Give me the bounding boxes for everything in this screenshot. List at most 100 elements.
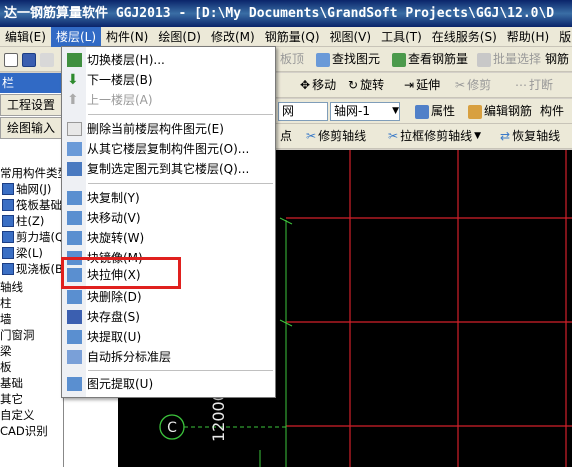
menu-item-delete-floor-elements[interactable]: 删除当前楼层构件图元(E) xyxy=(62,119,275,139)
tree-item[interactable]: 剪力墙(Q) xyxy=(2,229,69,245)
menu-item-copy-to-other-floor[interactable]: 复制选定图元到其它楼层(Q)... xyxy=(62,159,275,179)
menu-bar: 编辑(E) 楼层(L) 构件(N) 绘图(D) 修改(M) 钢筋量(Q) 视图(… xyxy=(0,26,572,47)
block-save-icon xyxy=(67,310,82,324)
block-delete-icon xyxy=(67,290,82,304)
menu-item-next-floor[interactable]: ⬇ 下一楼层(B) xyxy=(62,70,275,90)
menu-tools[interactable]: 工具(T) xyxy=(376,27,427,47)
tree-item[interactable]: 门窗洞 xyxy=(0,327,35,343)
menu-view[interactable]: 视图(V) xyxy=(325,27,377,47)
move-button[interactable]: ✥ 移动 xyxy=(300,76,336,95)
menu-version[interactable]: 版 xyxy=(554,27,572,47)
trim-button[interactable]: ✂ 修剪 xyxy=(455,76,491,95)
tree-item[interactable]: 现浇板(B) xyxy=(2,261,67,277)
menu-draw[interactable]: 绘图(D) xyxy=(153,27,206,47)
tree-item[interactable]: 梁 xyxy=(0,343,12,359)
drawing-input-button[interactable]: 绘图输入 xyxy=(0,117,64,139)
menu-item-block-extract[interactable]: 块提取(U) xyxy=(62,327,275,347)
menu-help[interactable]: 帮助(H) xyxy=(502,27,554,47)
menu-modify[interactable]: 修改(M) xyxy=(206,27,260,47)
component-name-combo[interactable]: 轴网-1 ▼ xyxy=(330,102,400,121)
tree-item[interactable]: CAD识别 xyxy=(0,423,48,439)
batch-select-button[interactable]: 批量选择 xyxy=(477,50,541,69)
menu-item-switch-floor[interactable]: 切换楼层(H)... xyxy=(62,50,275,70)
tree-item[interactable]: 筏板基础 xyxy=(2,197,62,213)
box-trim-axis-button[interactable]: ✂ 拉框修剪轴线 ▼ xyxy=(388,127,481,146)
save-button[interactable] xyxy=(22,50,36,69)
slab-icon xyxy=(2,263,14,275)
block-rotate-icon xyxy=(67,231,82,245)
point-button[interactable]: 点 xyxy=(280,127,292,146)
menu-item-block-rotate[interactable]: 块旋转(W) xyxy=(62,228,275,248)
rebar-button[interactable]: 钢筋 xyxy=(545,50,569,69)
split-floor-icon xyxy=(67,350,82,364)
board-top-button[interactable]: 板顶 xyxy=(280,50,304,69)
menu-component[interactable]: 构件(N) xyxy=(101,27,153,47)
new-button[interactable] xyxy=(4,50,18,69)
dimension-text: 12000 xyxy=(209,391,228,442)
rotate-button[interactable]: ↻ 旋转 xyxy=(348,76,384,95)
edit-rebar-button[interactable]: 编辑钢筋 xyxy=(468,102,532,121)
menu-item-auto-split-standard-floor[interactable]: 自动拆分标准层 xyxy=(62,347,275,367)
tree-item[interactable]: 柱 xyxy=(0,295,12,311)
tree-item[interactable]: 常用构件类型 xyxy=(0,165,69,181)
extend-icon: ⇥ xyxy=(404,78,415,92)
extend-button[interactable]: ⇥ 延伸 xyxy=(404,76,440,95)
find-element-button[interactable]: 查找图元 xyxy=(316,50,380,69)
restore-icon: ⇄ xyxy=(500,129,511,143)
edit-rebar-icon xyxy=(468,104,482,119)
block-extract-icon xyxy=(67,330,82,344)
tree-item[interactable]: 轴网(J) xyxy=(2,181,51,197)
batch-select-icon xyxy=(477,52,491,67)
trim-axis-icon: ✂ xyxy=(306,129,317,143)
break-button[interactable]: ⋯ 打断 xyxy=(515,76,553,95)
raft-foundation-icon xyxy=(2,199,14,211)
box-trim-icon: ✂ xyxy=(388,129,399,143)
undo-button[interactable] xyxy=(40,50,54,69)
copy-from-floor-icon xyxy=(67,142,82,156)
menu-separator xyxy=(88,183,273,184)
arrow-down-icon: ⬇ xyxy=(67,72,79,88)
element-extract-icon xyxy=(67,377,82,391)
tree-item[interactable]: 墙 xyxy=(0,311,12,327)
tree-item[interactable]: 板 xyxy=(0,359,12,375)
menu-item-block-copy[interactable]: 块复制(Y) xyxy=(62,188,275,208)
tree-item[interactable]: 基础 xyxy=(0,375,23,391)
floppy-icon xyxy=(22,52,36,67)
menu-online-service[interactable]: 在线服务(S) xyxy=(427,27,502,47)
navigation-panel: 栏 工程设置 绘图输入 常用构件类型 轴网(J) 筏板基础 柱(Z) 剪力墙(Q… xyxy=(0,73,69,467)
menu-floor[interactable]: 楼层(L) xyxy=(50,26,102,47)
shear-wall-icon xyxy=(2,231,14,243)
properties-button[interactable]: 属性 xyxy=(415,102,455,121)
chevron-down-icon: ▼ xyxy=(392,106,399,116)
component-list-button[interactable]: 构件 xyxy=(540,102,564,121)
restore-axis-button[interactable]: ⇄ 恢复轴线 xyxy=(500,127,560,146)
menu-item-block-move[interactable]: 块移动(V) xyxy=(62,208,275,228)
menu-item-block-delete[interactable]: 块删除(D) xyxy=(62,287,275,307)
panel-title: 栏 xyxy=(0,73,64,93)
menu-rebar-quantity[interactable]: 钢筋量(Q) xyxy=(260,27,325,47)
highlight-box xyxy=(61,257,181,289)
delete-elements-icon xyxy=(67,122,82,136)
tree-item[interactable]: 轴线 xyxy=(0,279,23,295)
menu-item-element-extract[interactable]: 图元提取(U) xyxy=(62,374,275,394)
rotate-icon: ↻ xyxy=(348,78,359,92)
menu-item-copy-from-other-floor[interactable]: 从其它楼层复制构件图元(O)... xyxy=(62,139,275,159)
new-file-icon xyxy=(4,52,18,67)
view-rebar-button[interactable]: 查看钢筋量 xyxy=(392,50,468,69)
component-type-combo[interactable]: 网 xyxy=(278,102,328,121)
project-settings-button[interactable]: 工程设置 xyxy=(0,94,64,116)
tree-item[interactable]: 自定义 xyxy=(0,407,35,423)
menu-item-block-save[interactable]: 块存盘(S) xyxy=(62,307,275,327)
menu-separator xyxy=(88,370,273,371)
block-move-icon xyxy=(67,211,82,225)
tree-item[interactable]: 柱(Z) xyxy=(2,213,44,229)
trim-axis-button[interactable]: ✂ 修剪轴线 xyxy=(306,127,366,146)
menu-edit[interactable]: 编辑(E) xyxy=(0,27,51,47)
tree-item[interactable]: 梁(L) xyxy=(2,245,43,261)
undo-icon xyxy=(40,52,54,67)
menu-item-previous-floor[interactable]: ⬆ 上一楼层(A) xyxy=(62,90,275,110)
block-copy-icon xyxy=(67,191,82,205)
menu-separator xyxy=(88,114,273,115)
tree-item[interactable]: 其它 xyxy=(0,391,23,407)
break-icon: ⋯ xyxy=(515,78,527,92)
